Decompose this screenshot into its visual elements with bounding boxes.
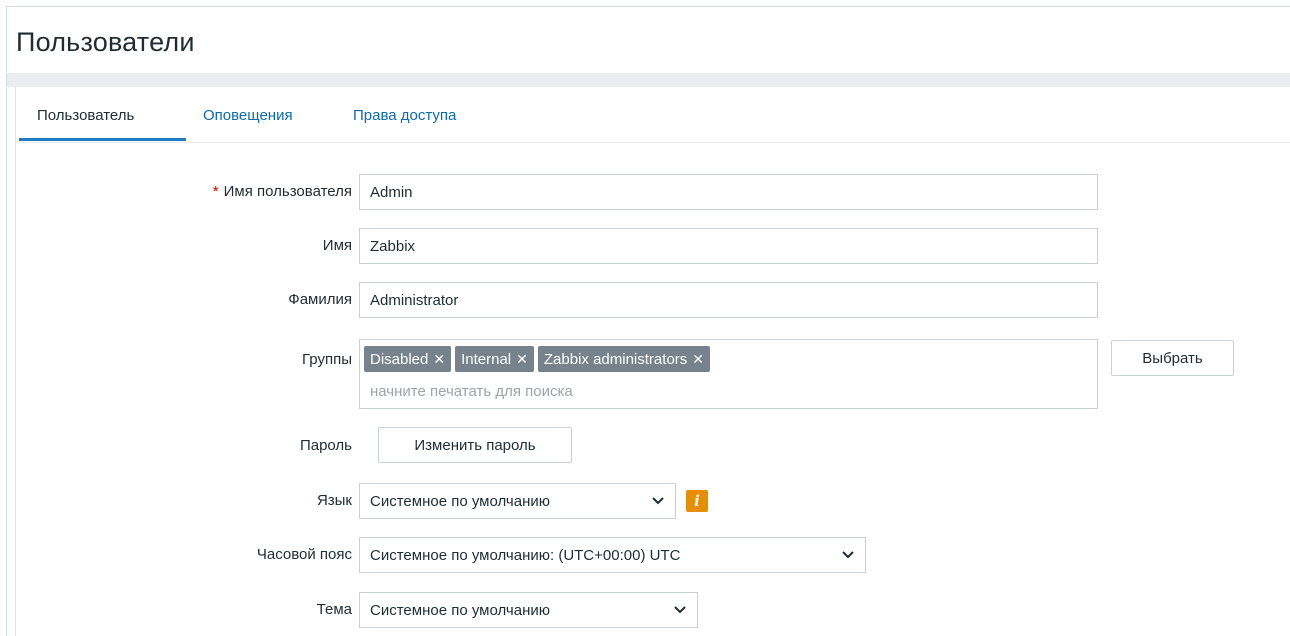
username-label-text: Имя пользователя <box>223 183 352 200</box>
language-select[interactable]: Системное по умолчанию <box>359 483 676 519</box>
remove-chip-icon[interactable]: ✕ <box>692 351 704 368</box>
groups-multiselect[interactable]: Disabled ✕ Internal ✕ Zabbix administrat… <box>359 339 1098 409</box>
password-label: Пароль <box>299 437 352 454</box>
user-form-panel: Пользователь Оповещения Права доступа * И… <box>15 87 1290 636</box>
timezone-select[interactable]: Системное по умолчанию: (UTC+00:00) UTC <box>359 537 866 573</box>
chevron-down-icon <box>841 548 855 562</box>
surname-input[interactable] <box>359 282 1098 318</box>
timezone-label: Часовой пояс <box>256 546 352 563</box>
group-chip: Internal ✕ <box>455 346 534 372</box>
groups-search-input[interactable] <box>364 378 876 404</box>
required-asterisk: * <box>212 183 219 200</box>
remove-chip-icon[interactable]: ✕ <box>433 351 445 368</box>
groups-label: Группы <box>302 351 352 368</box>
chevron-down-icon <box>673 603 687 617</box>
active-tab-indicator <box>19 138 186 141</box>
username-label: * Имя пользователя <box>213 183 352 200</box>
group-chip-label: Zabbix administrators <box>543 350 688 368</box>
theme-select[interactable]: Системное по умолчанию <box>359 592 698 628</box>
group-chip-label: Disabled <box>370 350 429 368</box>
language-select-value: Системное по умолчанию <box>370 492 550 510</box>
theme-select-value: Системное по умолчанию <box>370 601 550 619</box>
chevron-down-icon <box>651 494 665 508</box>
tab-permissions[interactable]: Права доступа <box>353 107 456 124</box>
group-chip-label: Internal <box>461 350 512 368</box>
tab-media[interactable]: Оповещения <box>203 107 293 124</box>
tab-user[interactable]: Пользователь <box>37 107 134 124</box>
surname-label: Фамилия <box>288 291 352 308</box>
group-chip: Disabled ✕ <box>364 346 452 372</box>
tab-bar: Пользователь Оповещения Права доступа <box>16 87 1290 143</box>
username-input[interactable] <box>359 174 1098 210</box>
timezone-select-value: Системное по умолчанию: (UTC+00:00) UTC <box>370 546 681 564</box>
page-frame: Пользователи Пользователь Оповещения Пра… <box>6 6 1290 636</box>
theme-label: Тема <box>316 601 352 618</box>
remove-chip-icon[interactable]: ✕ <box>516 351 528 368</box>
group-chip: Zabbix administrators ✕ <box>537 346 711 372</box>
header-band <box>7 73 1290 87</box>
select-groups-button[interactable]: Выбрать <box>1111 340 1234 376</box>
groups-chip-list: Disabled ✕ Internal ✕ Zabbix administrat… <box>364 346 711 372</box>
language-label: Язык <box>316 492 352 509</box>
page-title: Пользователи <box>16 27 195 57</box>
change-password-button[interactable]: Изменить пароль <box>378 427 572 463</box>
name-input[interactable] <box>359 228 1098 264</box>
name-label: Имя <box>322 237 352 254</box>
info-icon[interactable]: i <box>686 490 708 512</box>
